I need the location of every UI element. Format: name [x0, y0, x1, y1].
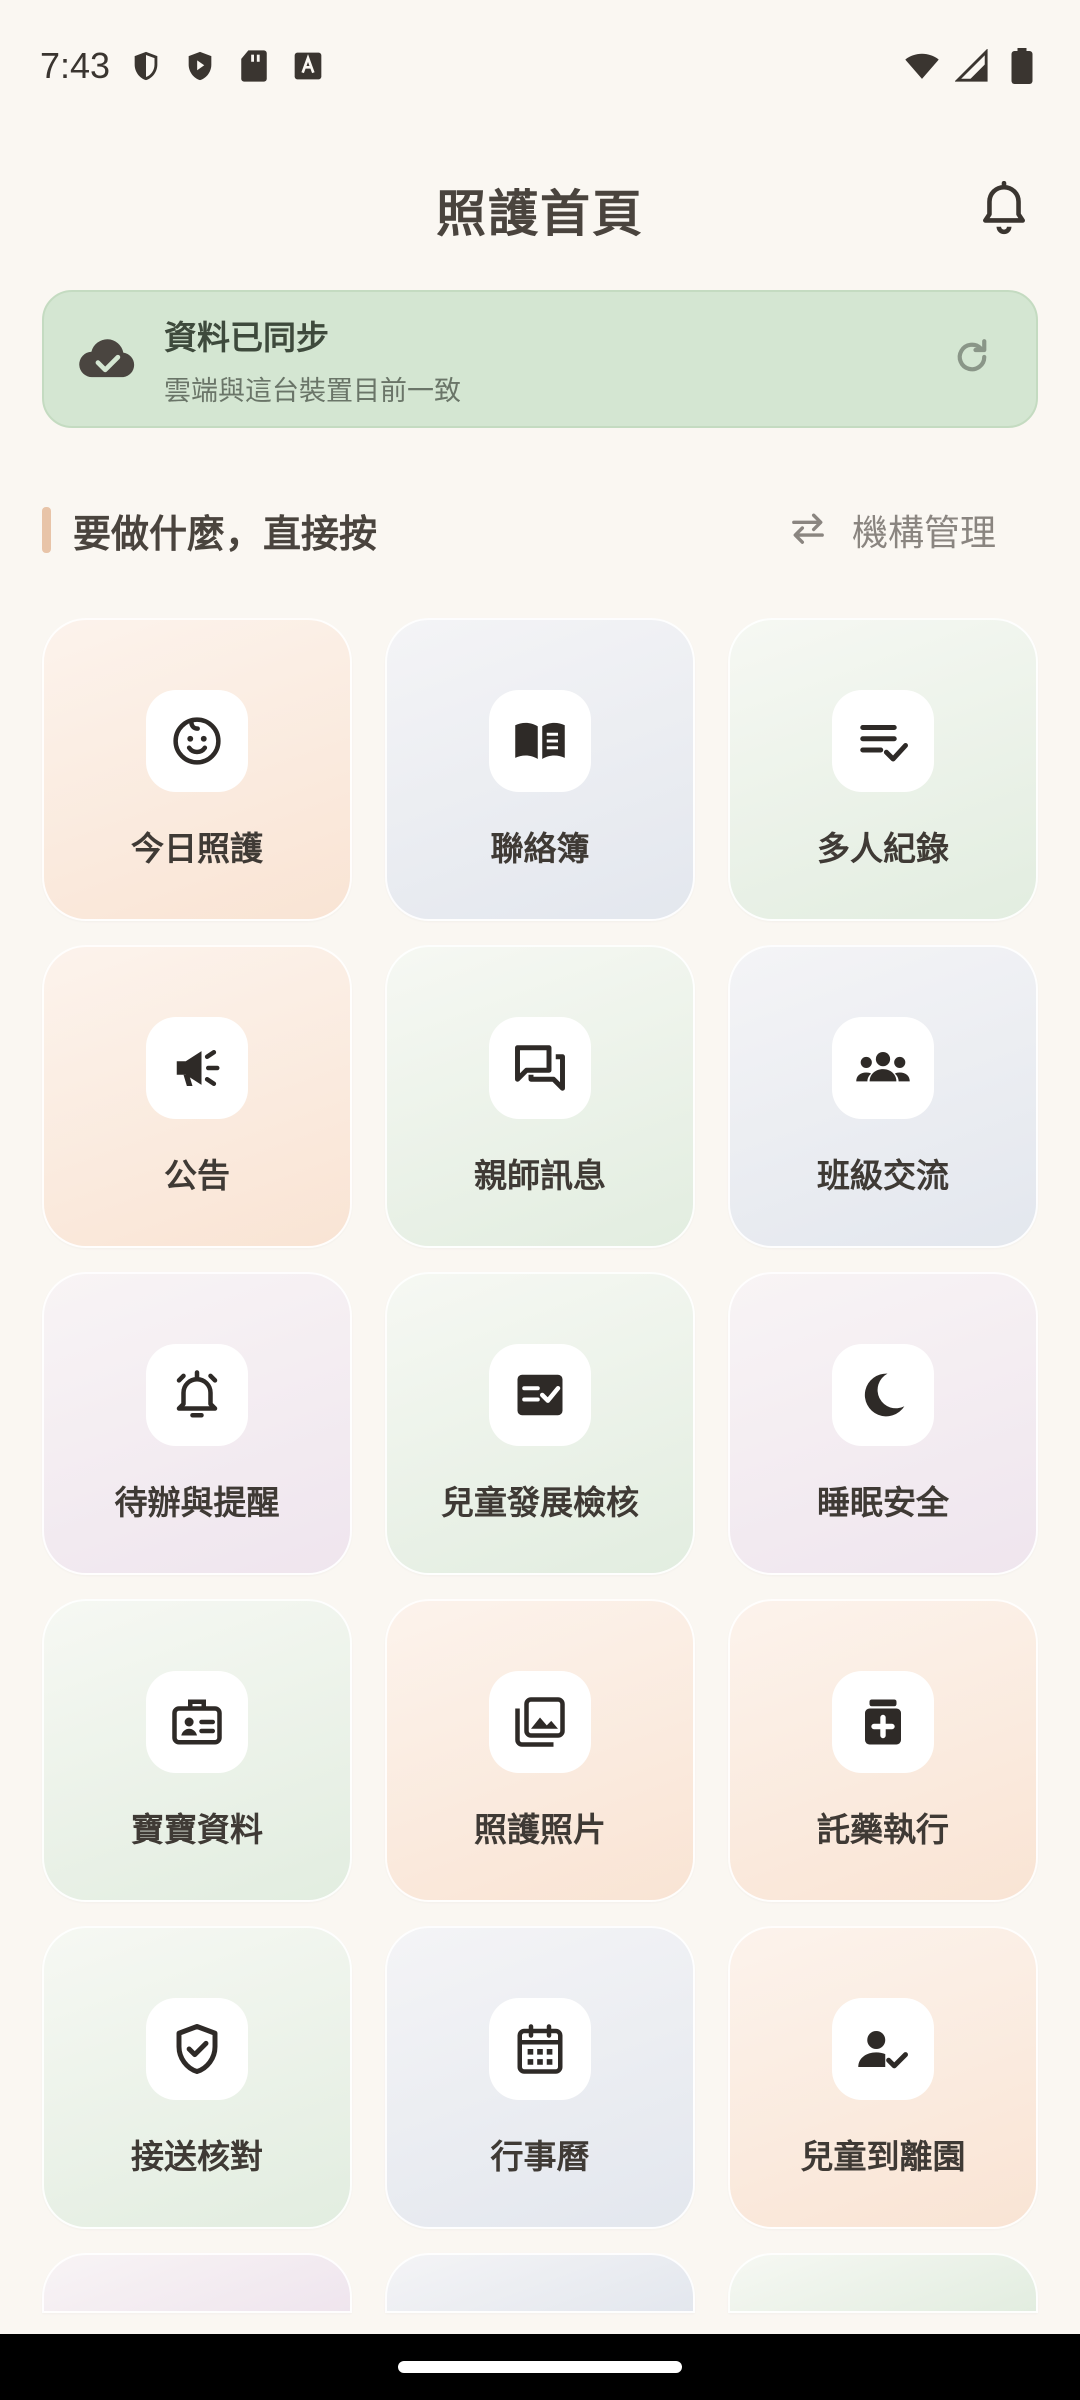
tile-todo-reminder[interactable]: 待辦與提醒 — [42, 1272, 352, 1575]
tile-partial[interactable] — [728, 2253, 1038, 2313]
alarm-bell-icon — [146, 1344, 248, 1446]
font-icon — [290, 48, 326, 84]
status-time: 7:43 — [40, 45, 111, 86]
section-header: 要做什麼，直接按 機構管理 — [42, 500, 1038, 560]
tile-label: 睡眠安全 — [817, 1483, 949, 1522]
cloud-check-icon — [78, 330, 136, 388]
sd-card-icon — [236, 48, 272, 84]
tile-partial[interactable] — [42, 2253, 352, 2313]
tile-label: 兒童發展檢核 — [441, 1483, 639, 1522]
tile-announcement[interactable]: 公告 — [42, 945, 352, 1248]
tile-label: 公告 — [164, 1156, 230, 1195]
checkbox-list-icon — [489, 1344, 591, 1446]
swap-arrows-icon — [788, 511, 828, 549]
tile-partial[interactable] — [385, 2253, 695, 2313]
section-title: 要做什麼，直接按 — [73, 511, 378, 556]
photo-library-icon — [489, 1671, 591, 1773]
section-accent-bar — [42, 507, 51, 553]
tile-label: 寶寶資料 — [131, 1810, 263, 1849]
function-grid: 今日照護 聯絡簿 多人紀錄 公告 親師訊息 班級交流 待辦與提醒 兒童發展檢核 … — [42, 618, 1038, 2313]
tile-label: 今日照護 — [131, 829, 263, 868]
tile-parent-teacher-message[interactable]: 親師訊息 — [385, 945, 695, 1248]
tile-attendance[interactable]: 兒童到離園 — [728, 1926, 1038, 2229]
tile-baby-profile[interactable]: 寶寶資料 — [42, 1599, 352, 1902]
tile-label: 聯絡簿 — [490, 829, 590, 868]
tile-development-check[interactable]: 兒童發展檢核 — [385, 1272, 695, 1575]
tile-label: 行事曆 — [490, 2137, 590, 2176]
page-title: 照護首頁 — [436, 185, 644, 243]
home-gesture-handle[interactable] — [398, 2361, 682, 2373]
app-header: 照護首頁 — [0, 160, 1080, 260]
moon-icon — [832, 1344, 934, 1446]
org-management-button[interactable]: 機構管理 — [788, 504, 1038, 556]
refresh-button[interactable] — [942, 329, 1002, 389]
shield-icon — [128, 48, 164, 84]
open-book-icon — [489, 690, 591, 792]
tile-label: 待辦與提醒 — [114, 1483, 280, 1522]
org-management-label: 機構管理 — [851, 513, 996, 554]
tile-pickup-verify[interactable]: 接送核對 — [42, 1926, 352, 2229]
refresh-icon — [951, 336, 993, 382]
tile-label: 班級交流 — [817, 1156, 949, 1195]
play-shield-icon — [182, 48, 218, 84]
bell-icon — [979, 180, 1029, 239]
tile-calendar[interactable]: 行事曆 — [385, 1926, 695, 2229]
sync-title: 資料已同步 — [164, 317, 329, 357]
person-check-icon — [832, 1998, 934, 2100]
status-bar: 7:43 — [0, 0, 1080, 132]
tile-class-exchange[interactable]: 班級交流 — [728, 945, 1038, 1248]
wifi-icon — [904, 48, 940, 84]
chat-bubbles-icon — [489, 1017, 591, 1119]
notifications-button[interactable] — [964, 170, 1044, 250]
tile-label: 多人紀錄 — [817, 829, 949, 868]
system-navigation-bar — [0, 2334, 1080, 2400]
tile-today-care[interactable]: 今日照護 — [42, 618, 352, 921]
tile-label: 託藥執行 — [817, 1810, 949, 1849]
tile-contact-book[interactable]: 聯絡簿 — [385, 618, 695, 921]
tile-label: 親師訊息 — [474, 1156, 606, 1195]
tile-multi-record[interactable]: 多人紀錄 — [728, 618, 1038, 921]
megaphone-icon — [146, 1017, 248, 1119]
medication-icon — [832, 1671, 934, 1773]
tile-medication[interactable]: 託藥執行 — [728, 1599, 1038, 1902]
tile-sleep-safety[interactable]: 睡眠安全 — [728, 1272, 1038, 1575]
tile-label: 接送核對 — [131, 2137, 263, 2176]
calendar-icon — [489, 1998, 591, 2100]
baby-face-icon — [146, 690, 248, 792]
battery-icon — [1004, 48, 1040, 84]
signal-icon — [954, 48, 990, 84]
sync-status-banner: 資料已同步 雲端與這台裝置目前一致 — [42, 290, 1038, 428]
sync-subtitle: 雲端與這台裝置目前一致 — [164, 375, 461, 407]
shield-check-icon — [146, 1998, 248, 2100]
tile-label: 兒童到離園 — [800, 2137, 966, 2176]
id-badge-icon — [146, 1671, 248, 1773]
tile-care-photos[interactable]: 照護照片 — [385, 1599, 695, 1902]
tile-label: 照護照片 — [474, 1810, 606, 1849]
checklist-icon — [832, 690, 934, 792]
group-icon — [832, 1017, 934, 1119]
